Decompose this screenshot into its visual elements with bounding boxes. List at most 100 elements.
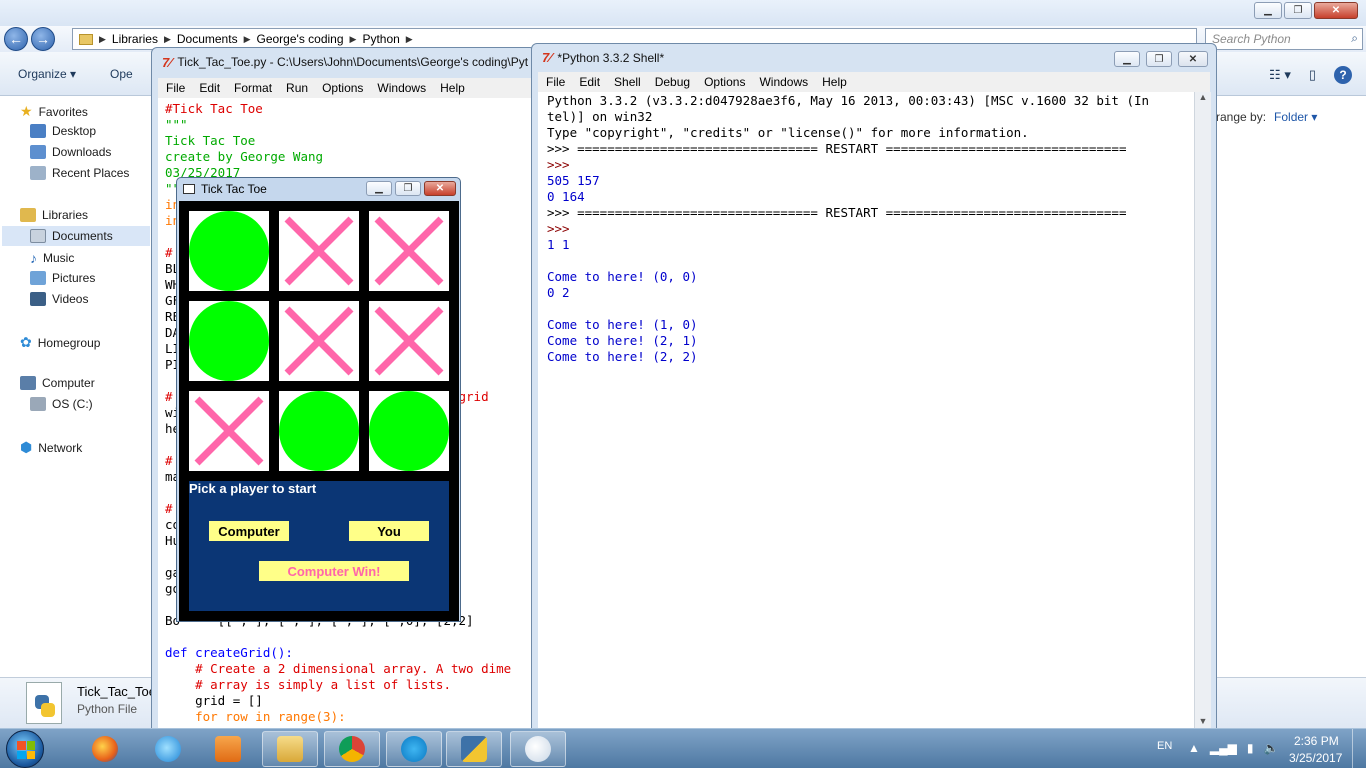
arrange-dropdown[interactable]: Folder ▾ [1274, 110, 1317, 124]
arrange-label: rrange by: [1212, 110, 1267, 124]
menu-file[interactable]: File [546, 75, 565, 89]
nav-os-drive[interactable]: OS (C:) [30, 397, 93, 411]
toolbar-right: ☷ ▾ ▯ ? [1269, 66, 1352, 84]
board-cell[interactable] [189, 391, 269, 471]
nav-network[interactable]: ⬢ Network [20, 439, 82, 456]
forward-button[interactable]: → [31, 27, 55, 51]
battery-icon[interactable]: ▮ [1247, 741, 1254, 755]
circle-mark [369, 391, 449, 471]
taskbar-app-button[interactable] [510, 731, 566, 767]
shell-window-controls: ▁ ❐ ✕ [1114, 51, 1208, 67]
drive-icon [30, 397, 46, 411]
board-cell[interactable] [189, 301, 269, 381]
scroll-up-icon[interactable]: ▲ [1195, 92, 1211, 108]
breadcrumb-libraries[interactable]: Libraries [112, 32, 158, 46]
board-cell[interactable] [279, 391, 359, 471]
taskbar-app-button[interactable] [77, 731, 133, 767]
help-icon[interactable]: ? [1334, 66, 1352, 84]
explorer-window-controls: ▁ ❐ ✕ [1254, 2, 1358, 19]
menu-file[interactable]: File [166, 81, 185, 95]
firefox-icon [92, 736, 118, 762]
chevron-right-icon: ▶ [243, 33, 251, 44]
organize-button[interactable]: Organize ▾ [18, 67, 76, 81]
start-prompt: Pick a player to start [189, 481, 317, 496]
you-start-button[interactable]: You [349, 521, 429, 541]
nav-homegroup[interactable]: ✿ Homegroup [20, 334, 100, 351]
signal-icon[interactable]: ▂▄▆ [1210, 741, 1237, 755]
taskbar-app-button[interactable] [200, 731, 256, 767]
music-icon: ♪ [30, 250, 37, 266]
maximize-button[interactable]: ❐ [1284, 2, 1312, 19]
board-cell[interactable] [279, 301, 359, 381]
menu-format[interactable]: Format [234, 81, 272, 95]
taskbar-app-button[interactable] [386, 731, 442, 767]
nav-music[interactable]: ♪ Music [30, 250, 74, 266]
nav-favorites[interactable]: ★ Favorites [20, 103, 88, 120]
shell-line: 0 2 [547, 285, 570, 300]
minimize-button[interactable]: ▁ [366, 181, 392, 196]
board-cell[interactable] [369, 301, 449, 381]
menu-edit[interactable]: Edit [579, 75, 600, 89]
close-button[interactable]: ✕ [1314, 2, 1358, 19]
search-input[interactable]: Search Python ⌕ [1205, 28, 1363, 50]
volume-icon[interactable]: 🔈 [1263, 741, 1278, 755]
nav-label: Favorites [38, 104, 88, 119]
menu-debug[interactable]: Debug [655, 75, 690, 89]
menu-options[interactable]: Options [322, 81, 363, 95]
taskbar-app-button[interactable] [446, 731, 502, 767]
breadcrumb-python[interactable]: Python [362, 32, 399, 46]
taskbar-app-button[interactable] [140, 731, 196, 767]
nav-desktop[interactable]: Desktop [30, 124, 96, 138]
shell-output-area[interactable]: Python 3.3.2 (v3.3.2:d047928ae3f6, May 1… [538, 92, 1194, 732]
menu-windows[interactable]: Windows [759, 75, 808, 89]
board-cell[interactable] [189, 211, 269, 291]
close-button[interactable]: ✕ [1178, 51, 1208, 67]
shell-scrollbar[interactable]: ▲ ▼ [1194, 92, 1211, 732]
menu-shell[interactable]: Shell [614, 75, 641, 89]
clock-date[interactable]: 3/25/2017 [1289, 751, 1342, 765]
nav-computer[interactable]: Computer [20, 376, 95, 390]
start-button[interactable] [6, 730, 44, 768]
preview-pane-icon[interactable]: ▯ [1309, 67, 1316, 83]
menu-edit[interactable]: Edit [199, 81, 220, 95]
maximize-button[interactable]: ❐ [1146, 51, 1172, 67]
taskbar-app-button[interactable] [324, 731, 380, 767]
shell-menubar: File Edit Shell Debug Options Windows He… [538, 72, 1210, 92]
breadcrumb-georges-coding[interactable]: George's coding [257, 32, 344, 46]
nav-recent-places[interactable]: Recent Places [30, 166, 129, 180]
open-button[interactable]: Ope [110, 67, 133, 81]
maximize-button[interactable]: ❐ [395, 181, 421, 196]
game-window-controls: ▁ ❐ ✕ [366, 181, 456, 196]
board-cell[interactable] [279, 211, 359, 291]
breadcrumb-documents[interactable]: Documents [177, 32, 238, 46]
view-options-icon[interactable]: ☷ ▾ [1269, 67, 1291, 83]
back-button[interactable]: ← [4, 27, 28, 51]
menu-windows[interactable]: Windows [377, 81, 426, 95]
minimize-button[interactable]: ▁ [1114, 51, 1140, 67]
close-button[interactable]: ✕ [424, 181, 456, 196]
nav-pictures[interactable]: Pictures [30, 271, 95, 285]
show-hidden-icons-icon[interactable]: ▲ [1188, 741, 1200, 755]
menu-help[interactable]: Help [822, 75, 847, 89]
code-line: Tick Tac Toe [165, 133, 256, 148]
nav-videos[interactable]: Videos [30, 292, 88, 306]
search-icon[interactable]: ⌕ [1351, 31, 1358, 46]
nav-label: Downloads [52, 145, 112, 159]
shell-line: 505 157 [547, 173, 600, 188]
game-canvas: Pick a player to start Computer You Comp… [179, 201, 459, 621]
nav-documents[interactable]: Documents [2, 226, 150, 246]
language-indicator[interactable]: EN [1157, 740, 1172, 752]
nav-libraries[interactable]: Libraries [20, 208, 88, 222]
computer-start-button[interactable]: Computer [209, 521, 289, 541]
cross-mark [284, 306, 354, 376]
board-cell[interactable] [369, 391, 449, 471]
nav-downloads[interactable]: Downloads [30, 145, 111, 159]
show-desktop-button[interactable] [1352, 729, 1366, 768]
menu-run[interactable]: Run [286, 81, 308, 95]
menu-help[interactable]: Help [440, 81, 465, 95]
minimize-button[interactable]: ▁ [1254, 2, 1282, 19]
menu-options[interactable]: Options [704, 75, 745, 89]
taskbar-app-button[interactable] [262, 731, 318, 767]
board-cell[interactable] [369, 211, 449, 291]
clock-time[interactable]: 2:36 PM [1294, 734, 1339, 748]
